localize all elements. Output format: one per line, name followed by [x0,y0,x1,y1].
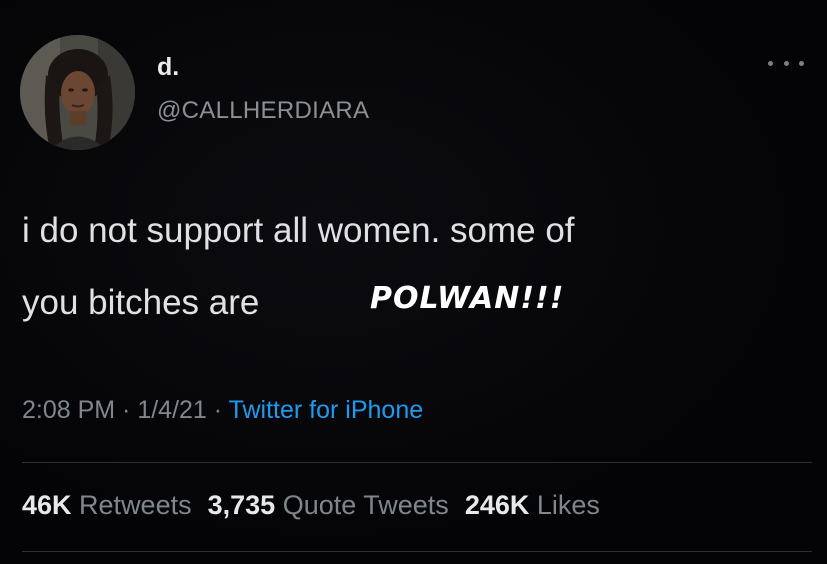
divider [22,551,812,552]
divider [22,462,812,463]
retweets-count: 46K [22,490,72,520]
display-name[interactable]: d. [157,53,179,82]
tweet-text-line-2: you bitches are [22,283,260,322]
tweet-time[interactable]: 2:08 PM [22,396,115,424]
user-handle[interactable]: @CALLHERDIARA [157,97,369,125]
tweet-stats: 46K Retweets 3,735 Quote Tweets 246K Likes [22,490,600,521]
tweet-source-link[interactable]: Twitter for iPhone [229,396,424,424]
tweet-meta: 2:08 PM · 1/4/21 · Twitter for iPhone [22,396,423,425]
retweets-stat[interactable]: 46K Retweets [22,490,192,520]
tweet-text-line-1: i do not support all women. some of [22,211,575,250]
meta-separator: · [115,396,138,424]
more-options-icon[interactable] [768,56,804,70]
likes-stat[interactable]: 246K Likes [465,490,600,520]
avatar[interactable] [20,35,135,150]
tweet-card: d. @CALLHERDIARA i do not support all wo… [0,0,827,564]
tweet-date[interactable]: 1/4/21 [137,396,207,424]
likes-label: Likes [536,490,600,520]
retweets-label: Retweets [79,490,192,520]
quote-tweets-stat[interactable]: 3,735 Quote Tweets [208,490,449,520]
profile-photo-avatar [20,35,135,150]
meta-separator: · [206,396,229,424]
overlay-caption: POLWAN!!! [370,281,565,316]
quotes-label: Quote Tweets [282,490,449,520]
likes-count: 246K [464,490,530,520]
quotes-count: 3,735 [207,490,276,520]
